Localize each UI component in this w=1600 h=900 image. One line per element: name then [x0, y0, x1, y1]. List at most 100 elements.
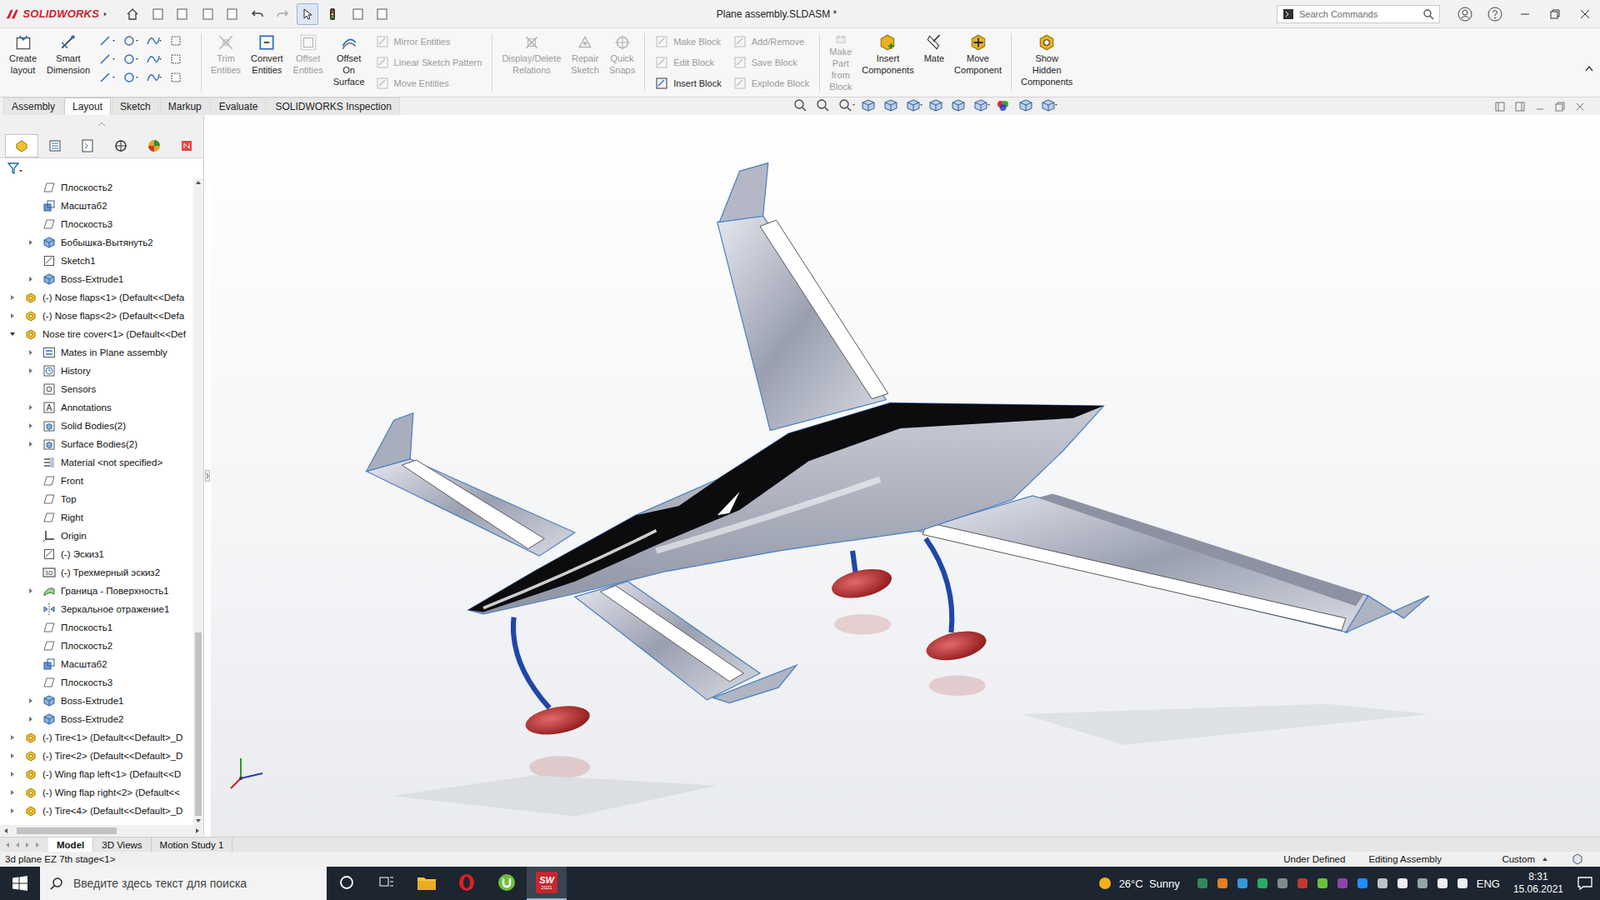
close-button[interactable]	[1570, 0, 1600, 28]
tree-item[interactable]: Annotations	[0, 398, 194, 417]
expand-arrow-icon[interactable]	[27, 367, 35, 375]
ribbon-small-button[interactable]: Mirror Entities	[375, 33, 483, 50]
ribbon-small-button[interactable]: Edit Block	[655, 54, 721, 71]
view-tool-button[interactable]	[882, 97, 901, 116]
expand-arrow-icon[interactable]	[27, 239, 35, 246]
ribbon-button[interactable]: RepairSketch	[566, 31, 604, 94]
solidworks-taskbar-app[interactable]: SW2021	[526, 866, 567, 900]
view-tool-button[interactable]	[1017, 97, 1036, 116]
weather-widget[interactable]: 26°C Sunny	[1097, 875, 1189, 891]
panel-splitter[interactable]	[204, 115, 211, 837]
sketch-tool-button[interactable]	[122, 70, 146, 88]
tree-item[interactable]: Масштаб2	[0, 655, 194, 674]
tree-expander[interactable]	[25, 273, 37, 285]
command-tab[interactable]: Markup	[160, 97, 210, 115]
tree-expander[interactable]	[6, 291, 19, 304]
tree-expander[interactable]	[25, 695, 37, 707]
model-tab[interactable]: Model	[48, 837, 94, 852]
command-tab[interactable]: Evaluate	[210, 97, 267, 115]
expand-arrow-icon[interactable]	[9, 807, 16, 815]
property-tab[interactable]	[38, 134, 72, 158]
tree-item[interactable]: Solid Bodies(2)	[0, 416, 194, 435]
graphics-area[interactable]	[210, 115, 1600, 837]
ribbon-button[interactable]: Mate	[920, 31, 949, 94]
expand-arrow-icon[interactable]	[9, 752, 16, 760]
ribbon-button[interactable]: SmartDimension	[42, 31, 95, 94]
tree-item[interactable]: Sketch1	[0, 251, 194, 270]
tree-item[interactable]: Origin	[0, 526, 194, 545]
tree-item[interactable]: Масштаб2	[0, 196, 194, 215]
close-icon[interactable]	[1575, 101, 1585, 112]
taskbar-search[interactable]: Введите здесь текст для поиска	[40, 866, 327, 900]
plane-model[interactable]	[210, 115, 1600, 837]
ribbon-collapse[interactable]	[1585, 60, 1594, 75]
tree-item[interactable]: (-) Nose flaps<2> (Default<<Defa	[0, 306, 194, 325]
command-tab[interactable]: Sketch	[111, 97, 160, 115]
ribbon-button[interactable]: OffsetOnSurface	[329, 31, 370, 94]
expand-arrow-icon[interactable]	[102, 10, 109, 18]
save-button[interactable]	[196, 3, 219, 25]
feature-tree-tab[interactable]	[5, 134, 39, 158]
tree-expander[interactable]	[6, 768, 19, 780]
tree-item[interactable]: (-) Tire<2> (Default<<Default>_D	[0, 746, 194, 765]
input-language[interactable]: ENG	[1476, 877, 1500, 890]
prev-icon[interactable]	[13, 840, 22, 850]
expand-arrow-icon[interactable]	[27, 587, 35, 595]
notifications-icon[interactable]	[1576, 875, 1594, 892]
tree-expander[interactable]	[25, 585, 37, 597]
opera-taskbar-app[interactable]	[446, 866, 487, 900]
expand-arrow-icon[interactable]	[9, 770, 16, 778]
view-tool-button[interactable]	[1040, 97, 1059, 116]
cortana-button[interactable]	[326, 866, 367, 900]
expand-arrow-icon[interactable]	[27, 440, 35, 448]
sketch-tool-button[interactable]	[169, 34, 193, 51]
tree-item[interactable]: Плоскость3	[0, 673, 194, 692]
tree-item[interactable]: Плоскость3	[0, 215, 194, 234]
start-button[interactable]	[0, 866, 40, 900]
tray-app-icon[interactable]	[1416, 877, 1429, 890]
tree-expander[interactable]	[6, 805, 19, 817]
tree-item[interactable]: Boss-Extrude1	[0, 270, 194, 289]
view-tool-button[interactable]	[837, 97, 856, 116]
tree-item[interactable]: Boss-Extrude1	[0, 691, 194, 710]
file-button[interactable]	[346, 3, 369, 25]
ribbon-small-button[interactable]: Linear Sketch Pattern	[375, 54, 483, 71]
sketch-tool-button[interactable]	[145, 52, 170, 70]
redo-button[interactable]	[271, 3, 294, 25]
tray-app-icon[interactable]	[1276, 877, 1289, 890]
ribbon-button[interactable]: MakePartfromBlock	[825, 31, 856, 94]
sketch-tool-button[interactable]	[122, 52, 146, 70]
tree-expander[interactable]	[6, 731, 19, 744]
expand-arrow-icon[interactable]	[27, 715, 35, 723]
ribbon-small-button[interactable]: Save Block	[733, 54, 810, 71]
sketch-tool-button[interactable]	[145, 34, 170, 51]
tree-item[interactable]: (-) Tire<4> (Default<<Default>_D	[0, 801, 194, 820]
print-button[interactable]	[221, 3, 244, 25]
expand-arrow-icon[interactable]	[27, 275, 35, 283]
tree-expander[interactable]	[25, 365, 37, 377]
scroll-down-icon[interactable]	[195, 818, 202, 824]
tile-left-icon[interactable]	[1495, 101, 1505, 112]
clock[interactable]: 8:3115.06.2021	[1508, 870, 1569, 896]
tray-app-icon[interactable]	[1196, 877, 1209, 890]
display-tab[interactable]	[137, 134, 171, 158]
undo-button[interactable]	[246, 3, 269, 25]
tree-item[interactable]: Nose tire cover<1> (Default<<Def	[0, 325, 194, 344]
view-tool-button[interactable]	[905, 97, 924, 116]
ribbon-button[interactable]: InsertComponents	[857, 31, 918, 94]
expand-arrow-icon[interactable]	[9, 294, 16, 301]
command-tab[interactable]: Layout	[64, 97, 111, 115]
restore-icon[interactable]	[1555, 101, 1565, 112]
new-button[interactable]	[146, 3, 169, 25]
configuration-tab[interactable]	[70, 134, 105, 158]
sketch-tool-button[interactable]	[145, 70, 170, 88]
traffic-button[interactable]	[321, 3, 344, 25]
tree-item[interactable]: (-) Nose flaps<1> (Default<<Defa	[0, 288, 194, 307]
tree-item[interactable]: Зеркальное отражение1	[0, 600, 194, 619]
ribbon-small-button[interactable]: Insert Block	[655, 75, 721, 92]
tray-app-icon[interactable]	[1376, 877, 1389, 890]
tree-expander[interactable]	[25, 438, 37, 450]
tree-item[interactable]: Плоскость2	[0, 636, 194, 655]
collapse-arrow-icon[interactable]	[9, 330, 16, 338]
tree-item[interactable]: Surface Bodies(2)	[0, 435, 194, 454]
